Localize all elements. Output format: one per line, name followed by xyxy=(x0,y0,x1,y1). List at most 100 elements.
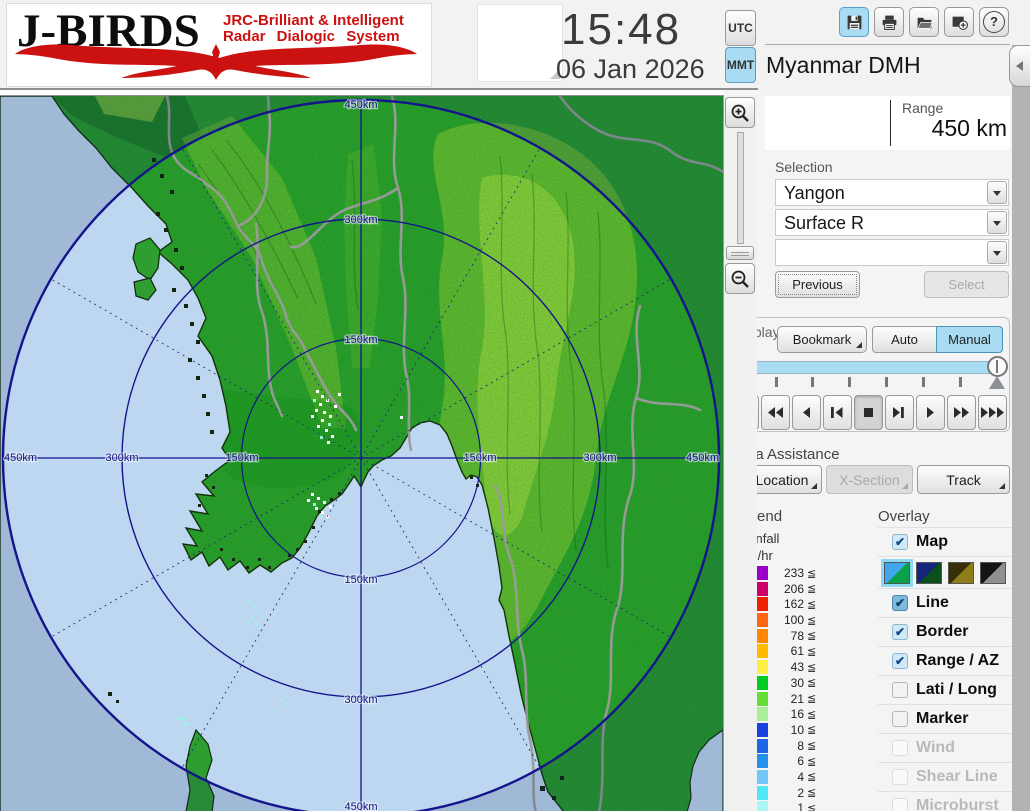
checkbox-icon[interactable] xyxy=(892,682,908,698)
overlay-item-label: Lati / Long xyxy=(916,681,997,699)
legend-value: 162 xyxy=(774,597,804,611)
checkbox-icon[interactable]: ✔ xyxy=(892,534,908,550)
add-image-button[interactable] xyxy=(944,7,974,37)
checkbox-icon[interactable] xyxy=(892,769,908,785)
manual-mode-button[interactable]: Manual xyxy=(936,326,1003,353)
print-button[interactable] xyxy=(874,7,904,37)
select-button[interactable]: Select xyxy=(924,271,1009,298)
legend-lte-symbol: ≦ xyxy=(807,582,816,595)
clock-date: 06 Jan 2026 xyxy=(556,54,705,85)
legend-value: 61 xyxy=(774,644,804,658)
zoom-slider-handle[interactable] xyxy=(726,246,754,260)
playback-fast-forward-button[interactable] xyxy=(947,395,976,430)
track-menu-button[interactable]: Track xyxy=(917,465,1010,494)
replay-slider-handle[interactable] xyxy=(987,356,1008,377)
overlay-options: ✔ Map ✔ Line ✔ Border ✔Range / AZ Lati / Long Ma… xyxy=(878,527,1012,811)
zoom-in-button[interactable] xyxy=(725,97,755,128)
legend-lte-symbol: ≦ xyxy=(807,567,816,580)
overlay-item-label: Map xyxy=(916,533,948,551)
overlay-item-wind[interactable]: Wind xyxy=(878,733,1012,762)
help-button[interactable]: ? xyxy=(979,7,1009,37)
checkbox-icon[interactable] xyxy=(892,798,908,811)
checkbox-icon[interactable] xyxy=(892,740,908,756)
playback-fast-rewind-button[interactable] xyxy=(761,395,790,430)
playback-fast-forward-3-button[interactable] xyxy=(978,395,1007,430)
open-folder-button[interactable] xyxy=(909,7,939,37)
zoom-slider-track[interactable] xyxy=(737,132,744,244)
option-dropdown[interactable] xyxy=(775,239,1009,266)
checkbox-icon[interactable]: ✔ xyxy=(892,653,908,669)
map-style-swatch-2[interactable] xyxy=(916,562,942,584)
map-style-swatch-3[interactable] xyxy=(948,562,974,584)
legend-lte-symbol: ≦ xyxy=(807,645,816,658)
previous-button[interactable]: Previous xyxy=(775,271,860,298)
preview-thumbnail-box[interactable] xyxy=(477,4,563,82)
overlay-item-marker[interactable]: Marker xyxy=(878,704,1012,733)
checkbox-icon[interactable]: ✔ xyxy=(892,595,908,611)
auto-mode-button[interactable]: Auto xyxy=(872,326,937,353)
overlay-item-border[interactable]: ✔ Border xyxy=(878,617,1012,646)
playback-play-reverse-button[interactable] xyxy=(792,395,821,430)
ring-label: 150km xyxy=(344,574,377,586)
map-style-swatch-4[interactable] xyxy=(980,562,1006,584)
legend-value: 1 xyxy=(774,801,804,811)
legend-value: 206 xyxy=(774,582,804,596)
timezone-utc-button[interactable]: UTC xyxy=(725,10,756,46)
playback-step-forward-button[interactable] xyxy=(885,395,914,430)
legend-lte-symbol: ≦ xyxy=(807,676,816,689)
side-collapse-strip[interactable] xyxy=(1012,45,1030,811)
slider-end-marker[interactable] xyxy=(989,376,1005,389)
overlay-label: Overlay xyxy=(878,508,930,525)
ring-label: 450km xyxy=(344,801,377,811)
legend-lte-symbol: ≦ xyxy=(807,755,816,768)
zoom-in-magnifier-icon xyxy=(730,103,750,123)
app-logo: J-BIRDS JRC-Brilliant & Intelligent Rada… xyxy=(6,3,432,87)
replay-slider-track[interactable] xyxy=(739,361,1006,374)
overlay-item-lati-long[interactable]: Lati / Long xyxy=(878,675,1012,704)
chevron-down-icon[interactable] xyxy=(987,181,1007,204)
panel-collapse-tab[interactable] xyxy=(1009,45,1030,87)
slider-tick xyxy=(775,377,778,387)
save-button[interactable] xyxy=(839,7,869,37)
chevron-down-icon[interactable] xyxy=(987,241,1007,264)
playback-controls xyxy=(730,395,1009,430)
checkbox-icon[interactable]: ✔ xyxy=(892,624,908,640)
eagle-logo-icon xyxy=(11,42,427,86)
print-icon xyxy=(881,14,898,31)
overlay-item-shear-line[interactable]: Shear Line xyxy=(878,762,1012,791)
playback-play-button[interactable] xyxy=(916,395,945,430)
radar-map[interactable]: 450km300km150km150km300km450km450km300km… xyxy=(0,95,723,811)
slider-tick xyxy=(848,377,851,387)
overlay-item-label: Wind xyxy=(916,739,955,757)
overlay-item-range-az[interactable]: ✔Range / AZ xyxy=(878,646,1012,675)
playback-stop-button[interactable] xyxy=(854,395,883,430)
panel-divider xyxy=(765,44,1010,45)
slider-tick xyxy=(811,377,814,387)
header-bottom-rule xyxy=(0,88,758,90)
legend-lte-symbol: ≦ xyxy=(807,692,816,705)
zoom-out-button[interactable] xyxy=(725,263,755,294)
product-dropdown[interactable]: Surface R xyxy=(775,209,1009,236)
legend-value: 21 xyxy=(774,692,804,706)
chevron-down-icon[interactable] xyxy=(987,211,1007,234)
timezone-mmt-button[interactable]: MMT xyxy=(725,47,756,83)
overlay-item-label: Border xyxy=(916,623,968,641)
clock-time: 15:48 xyxy=(561,5,681,55)
bookmark-menu-button[interactable]: Bookmark xyxy=(777,326,867,353)
fast-rewind-icon xyxy=(768,407,784,418)
legend-value: 2 xyxy=(774,786,804,800)
slider-tick xyxy=(959,377,962,387)
map-style-swatch-1[interactable] xyxy=(884,562,910,584)
x-section-menu-button[interactable]: X-Section xyxy=(826,465,913,494)
site-dropdown[interactable]: Yangon xyxy=(775,179,1009,206)
checkbox-icon[interactable] xyxy=(892,711,908,727)
overlay-item-line[interactable]: ✔ Line xyxy=(878,588,1012,617)
legend-value: 10 xyxy=(774,723,804,737)
legend-lte-symbol: ≦ xyxy=(807,802,816,811)
overlay-item-label: Line xyxy=(916,594,949,612)
playback-step-back-button[interactable] xyxy=(823,395,852,430)
legend-lte-symbol: ≦ xyxy=(807,614,816,627)
overlay-item-microburst[interactable]: Microburst xyxy=(878,791,1012,811)
overlay-item-map[interactable]: ✔ Map xyxy=(878,527,1012,556)
jbirds-window: J-BIRDS JRC-Brilliant & Intelligent Rada… xyxy=(0,0,1030,811)
